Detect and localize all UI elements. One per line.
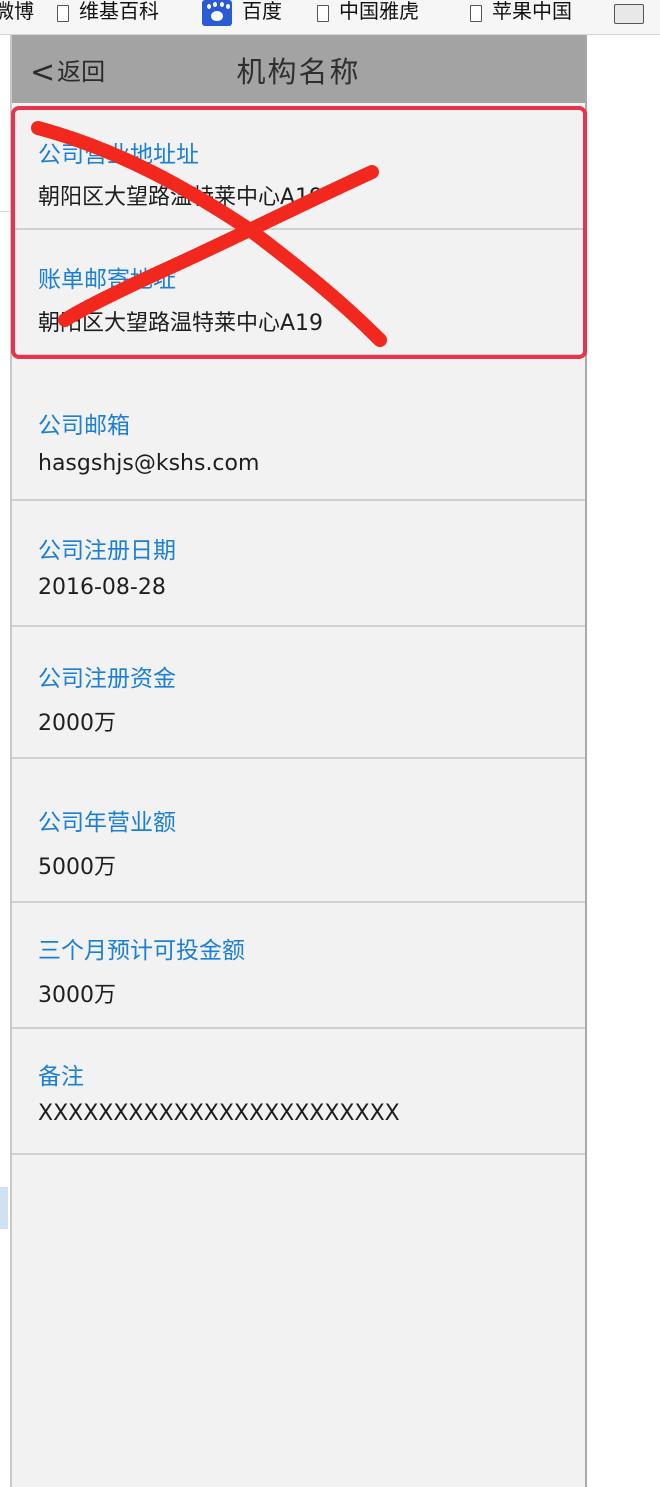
bookmark-folder[interactable] (614, 0, 644, 26)
field-value: 5000万 (38, 855, 116, 880)
bookmark-label: 维基百科 (79, 0, 159, 23)
field-label: 公司注册日期 (38, 538, 176, 564)
field-label: 公司邮箱 (38, 413, 130, 439)
field-annual-revenue: 公司年营业额 5000万 (12, 759, 585, 903)
field-label: 公司营业地址址 (38, 142, 199, 168)
field-company-email: 公司邮箱 hasgshjs@kshs.com (12, 356, 585, 501)
field-business-address: 公司营业地址址 朝阳区大望路温特莱中心A19 (12, 103, 585, 230)
field-value: 2000万 (38, 711, 116, 736)
bookmark-yahoo-china[interactable]: 中国雅虎 (317, 0, 419, 26)
bookmark-label: 中国雅虎 (339, 0, 419, 23)
field-value: hasgshjs@kshs.com (38, 451, 260, 476)
field-billing-address: 账单邮寄地址 朝阳区大望路温特莱中心A19 (12, 230, 585, 356)
browser-left-edge (0, 35, 12, 1487)
field-registered-capital: 公司注册资金 2000万 (12, 627, 585, 759)
baidu-paw-icon (202, 0, 232, 26)
field-registration-date: 公司注册日期 2016-08-28 (12, 501, 585, 627)
field-label: 三个月预计可投金额 (38, 938, 245, 964)
field-planned-investment: 三个月预计可投金额 3000万 (12, 903, 585, 1029)
bookmark-label: 百度 (242, 0, 282, 23)
field-label: 公司年营业额 (38, 810, 176, 836)
field-label: 公司注册资金 (38, 666, 176, 692)
field-value: 2016-08-28 (38, 575, 166, 600)
bookmark-weibo[interactable]: 微博 (0, 0, 34, 26)
bookmark-label: 苹果中国 (492, 0, 572, 23)
nav-bar: < 返回 机构名称 (12, 35, 585, 103)
selection-marker (0, 1187, 8, 1229)
phone-screen: < 返回 机构名称 公司营业地址址 朝阳区大望路温特莱中心A19 账单邮寄地址 … (12, 35, 587, 1487)
divider (0, 211, 10, 212)
bookmark-label: 微博 (0, 0, 34, 23)
field-value: XXXXXXXXXXXXXXXXXXXXXXXX (38, 1101, 400, 1126)
page-title: 机构名称 (236, 55, 361, 89)
field-value: 朝阳区大望路温特莱中心A19 (38, 185, 324, 210)
page-icon (470, 4, 482, 22)
field-remarks: 备注 XXXXXXXXXXXXXXXXXXXXXXXX (12, 1029, 585, 1155)
field-label: 账单邮寄地址 (38, 267, 176, 293)
bookmark-apple-china[interactable]: 苹果中国 (470, 0, 572, 26)
bookmark-wikipedia[interactable]: 维基百科 (57, 0, 159, 26)
page-icon (57, 4, 69, 22)
field-value: 朝阳区大望路温特莱中心A19 (38, 311, 324, 336)
bookmarks-bar: 微博 维基百科 百度 中国雅虎 苹果中国 (0, 0, 660, 35)
page-icon (317, 4, 329, 22)
field-label: 备注 (38, 1064, 84, 1090)
bookmark-baidu[interactable]: 百度 (202, 0, 282, 26)
field-value: 3000万 (38, 983, 116, 1008)
folder-icon (614, 4, 644, 24)
